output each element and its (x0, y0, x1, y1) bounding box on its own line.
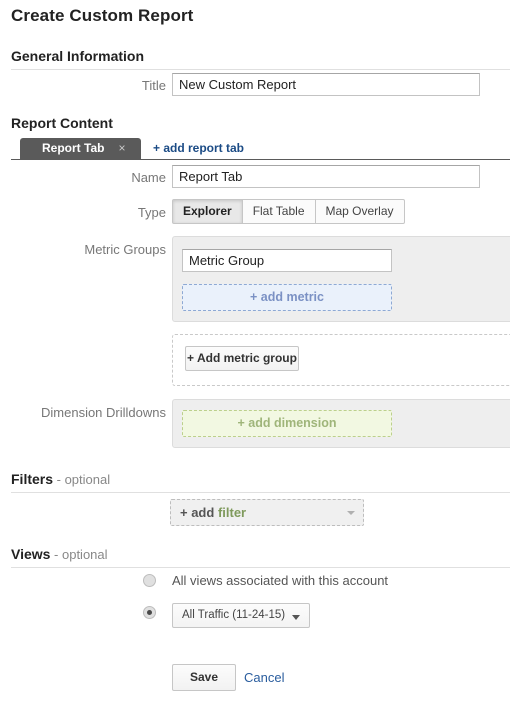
type-option-explorer[interactable]: Explorer (172, 199, 243, 224)
add-metric-group-button[interactable]: + Add metric group (185, 346, 299, 371)
add-filter-dropdown[interactable]: + add filter (170, 499, 364, 526)
views-optional-text: - optional (50, 547, 108, 562)
section-heading-filters: Filters - optional (11, 471, 110, 487)
type-button-group: Explorer Flat Table Map Overlay (172, 199, 405, 224)
section-heading-general-information: General Information (11, 48, 145, 64)
type-label: Type (137, 205, 166, 220)
view-select-value: All Traffic (11-24-15) (182, 609, 286, 621)
save-button[interactable]: Save (172, 664, 236, 691)
create-custom-report-page: Create Custom Report General Information… (0, 0, 510, 706)
add-metric-group-panel: + Add metric group (172, 334, 510, 386)
metric-groups-label: Metric Groups (84, 242, 166, 257)
divider-views (11, 567, 510, 568)
chevron-down-icon (292, 615, 301, 620)
report-tab-label: Report Tab (42, 141, 105, 155)
page-title: Create Custom Report (11, 6, 194, 25)
metric-group-panel: + add metric (172, 236, 510, 322)
name-label: Name (131, 170, 166, 185)
dimension-drilldowns-label: Dimension Drilldowns (41, 405, 166, 420)
add-report-tab-link[interactable]: + add report tab (153, 141, 244, 155)
add-filter-word-text: filter (217, 505, 247, 520)
tab-strip-underline (11, 159, 510, 160)
section-heading-report-content: Report Content (11, 115, 113, 131)
title-label: Title (141, 78, 166, 93)
add-dimension-button[interactable]: + add dimension (182, 410, 392, 437)
divider-filters (11, 492, 510, 493)
dimension-drilldowns-panel: + add dimension (172, 399, 510, 448)
filters-optional-text: - optional (53, 472, 111, 487)
title-input[interactable] (172, 73, 480, 96)
metric-group-name-input[interactable] (182, 249, 392, 272)
chevron-down-icon (347, 511, 355, 515)
radio-all-views[interactable] (143, 574, 156, 587)
type-option-map-overlay[interactable]: Map Overlay (315, 199, 405, 224)
radio-all-views-label: All views associated with this account (172, 573, 389, 588)
cancel-button[interactable]: Cancel (244, 670, 284, 685)
radio-specific-view[interactable] (143, 606, 156, 619)
report-tab[interactable]: Report Tab × (20, 138, 142, 159)
name-input[interactable] (172, 165, 480, 188)
add-filter-plus-text: + add (180, 505, 218, 520)
close-icon[interactable]: × (104, 138, 141, 159)
divider-general-information (11, 69, 510, 70)
filters-heading-text: Filters (11, 471, 54, 487)
view-select[interactable]: All Traffic (11-24-15) (172, 603, 311, 628)
section-heading-views: Views - optional (11, 546, 108, 562)
views-heading-text: Views (11, 546, 51, 562)
type-option-flat-table[interactable]: Flat Table (242, 199, 316, 224)
add-metric-button[interactable]: + add metric (182, 284, 392, 311)
